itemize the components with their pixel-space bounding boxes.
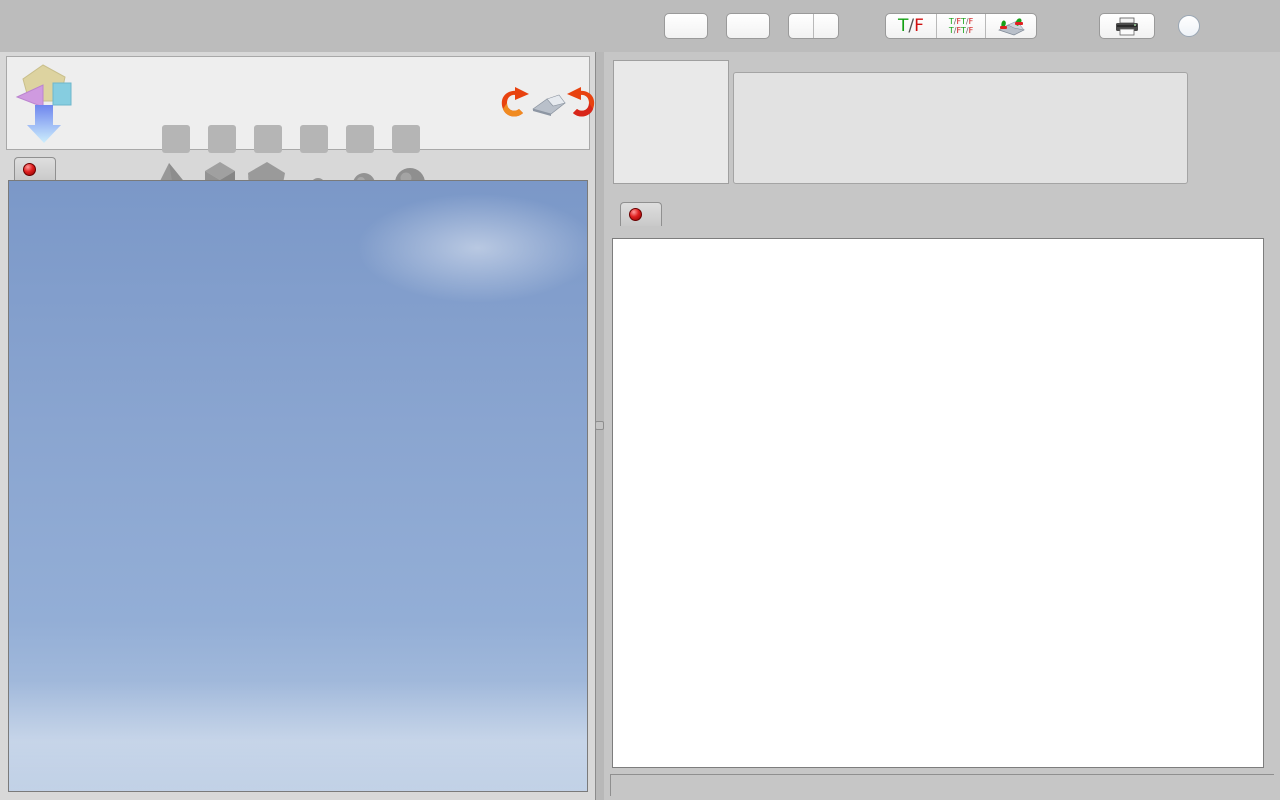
sentences-tabbar <box>610 200 1274 226</box>
bold-button[interactable] <box>664 13 708 39</box>
print-button[interactable] <box>1099 13 1156 39</box>
world-tab-invalid[interactable] <box>14 157 56 181</box>
sentence-list[interactable] <box>612 238 1264 768</box>
letter-button-d[interactable] <box>300 125 328 153</box>
rotate-left-button[interactable] <box>497 85 531 127</box>
sentences-tab-untitled[interactable] <box>620 202 662 226</box>
verify-truth-value-button[interactable]: T/F <box>886 14 937 38</box>
verify-truth-table-button[interactable]: T/FT/F T/FT/F <box>937 14 987 38</box>
cloud-decoration <box>355 193 587 303</box>
truth-table-label: T/FT/F T/FT/F <box>948 17 974 35</box>
flatten-view-button[interactable] <box>531 93 567 121</box>
symbol-keypad <box>613 60 729 184</box>
rotate-left-icon <box>501 87 529 117</box>
flatten-view-icon <box>532 94 566 116</box>
tarski-world-logo <box>13 61 75 147</box>
verify-segmented-control[interactable]: T/F T/FT/F T/FT/F <box>885 13 1038 39</box>
rotate-right-icon <box>567 87 595 117</box>
horizon-haze <box>9 681 587 791</box>
printer-icon <box>1116 17 1139 35</box>
letter-button-f[interactable] <box>392 125 420 153</box>
status-bar <box>610 774 1274 796</box>
font-size-segmented-control[interactable] <box>788 13 839 39</box>
letter-button-e[interactable] <box>346 125 374 153</box>
italic-button[interactable] <box>726 13 770 39</box>
font-size-small-button[interactable] <box>789 14 814 38</box>
letter-button-c[interactable] <box>254 125 282 153</box>
world-3d-view[interactable] <box>8 180 588 792</box>
world-toolbar <box>6 56 595 199</box>
red-orb-icon <box>629 208 642 221</box>
red-orb-icon <box>23 163 36 176</box>
splitter-grip[interactable] <box>594 420 604 430</box>
letter-button-a[interactable] <box>162 125 190 153</box>
predicate-box <box>733 72 1188 184</box>
game-icon <box>998 18 1026 36</box>
main-toolbar: T/F T/FT/F T/FT/F <box>0 0 1280 52</box>
rotate-right-button[interactable] <box>565 85 599 127</box>
truth-value-label: T/F <box>898 16 924 36</box>
letter-button-b[interactable] <box>208 125 236 153</box>
font-size-large-button[interactable] <box>814 14 838 38</box>
play-game-button[interactable] <box>986 14 1036 38</box>
world-panel <box>0 52 596 800</box>
world-tabbar <box>6 154 590 181</box>
help-button[interactable] <box>1178 15 1201 37</box>
sentences-panel <box>604 52 1280 800</box>
